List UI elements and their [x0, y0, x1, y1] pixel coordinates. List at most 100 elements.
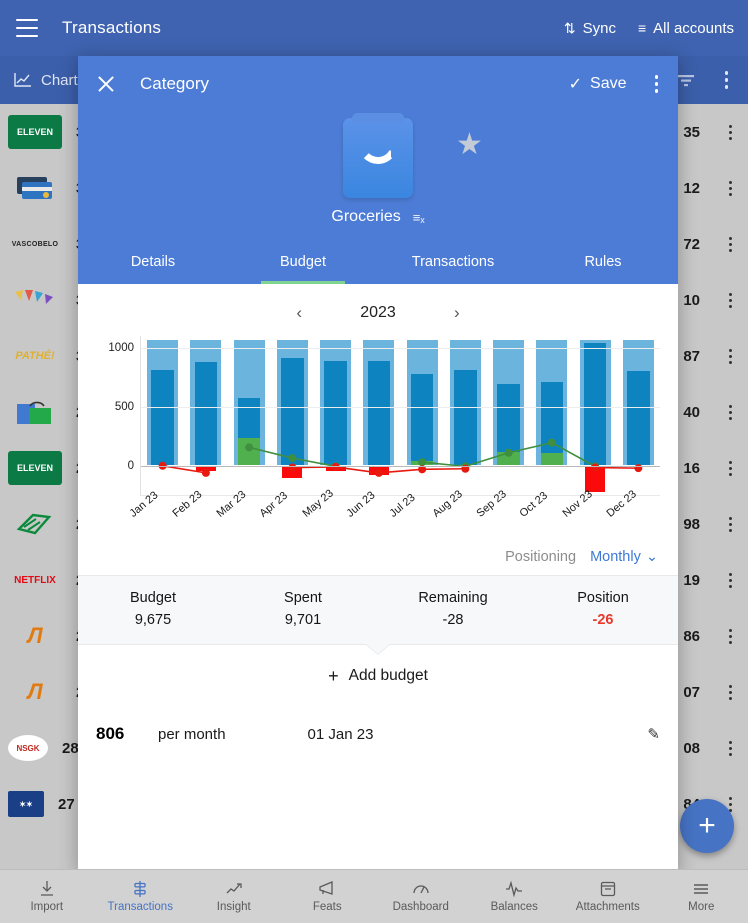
- row-amount-left: 28: [62, 740, 79, 757]
- merchant-logo: PATHÉ!: [8, 339, 62, 373]
- row-menu-button[interactable]: [729, 573, 732, 588]
- shopping-bag-icon[interactable]: [343, 118, 413, 198]
- position-point: [548, 439, 556, 447]
- exclude-list-icon[interactable]: ≡ₓ: [413, 210, 425, 225]
- row-amount-right: 87: [683, 348, 700, 365]
- all-accounts-label: All accounts: [653, 20, 734, 37]
- nav-attachments-label: Attachments: [576, 901, 640, 913]
- budget-period: per month: [158, 726, 226, 743]
- row-menu-button[interactable]: [729, 461, 732, 476]
- summary-remaining: Remaining -28: [378, 590, 528, 628]
- tab-budget[interactable]: Budget: [228, 240, 378, 284]
- row-menu-button[interactable]: [729, 349, 732, 364]
- row-menu-button[interactable]: [729, 517, 732, 532]
- close-icon[interactable]: [94, 72, 118, 96]
- save-button[interactable]: ✓ Save: [569, 74, 627, 94]
- hamburger-icon: [692, 880, 710, 898]
- list-icon: ≡: [638, 20, 646, 36]
- summary-budget-value: 9,675: [78, 612, 228, 628]
- add-budget-button[interactable]: + Add budget: [78, 645, 678, 707]
- gridline: [141, 407, 660, 408]
- nav-insight[interactable]: Insight: [187, 880, 281, 913]
- nav-import[interactable]: Import: [0, 880, 94, 913]
- all-accounts-button[interactable]: ≡ All accounts: [638, 20, 734, 37]
- row-amount-right: 08: [683, 740, 700, 757]
- year-label: 2023: [360, 304, 396, 322]
- tab-chart[interactable]: Chart: [14, 72, 78, 89]
- x-axis-labels: Jan 23Feb 23Mar 23Apr 23May 23Jun 23Jul …: [140, 499, 660, 545]
- archive-box-icon: [599, 880, 617, 898]
- row-menu-button[interactable]: [729, 629, 732, 644]
- filter-icon[interactable]: [677, 73, 695, 87]
- hamburger-icon[interactable]: [16, 19, 38, 37]
- tab-rules[interactable]: Rules: [528, 240, 678, 284]
- dialog-title: Category: [140, 74, 209, 94]
- row-menu-button[interactable]: [729, 125, 732, 140]
- row-menu-button[interactable]: [729, 405, 732, 420]
- chevron-right-icon[interactable]: ›: [448, 303, 466, 323]
- nav-transactions[interactable]: Transactions: [94, 880, 188, 913]
- dialog-header: Category ✓ Save ★ Groceries ≡ₓ: [78, 56, 678, 284]
- nav-feats[interactable]: Feats: [281, 880, 375, 913]
- budget-amount: 806: [96, 724, 158, 744]
- position-point: [202, 469, 210, 477]
- sync-button[interactable]: ⇅ Sync: [564, 20, 616, 37]
- gauge-icon: [412, 880, 430, 898]
- nav-dashboard[interactable]: Dashboard: [374, 880, 468, 913]
- check-icon: ✓: [569, 74, 582, 94]
- dialog-overflow-button[interactable]: [651, 71, 663, 97]
- position-point: [245, 443, 253, 451]
- tab-details[interactable]: Details: [78, 240, 228, 284]
- row-menu-button[interactable]: [729, 741, 732, 756]
- budget-start-date: 01 Jan 23: [308, 726, 484, 743]
- bottom-navigation: Import Transactions Insight Feats Da: [0, 869, 748, 923]
- merchant-logo: ELEVEN: [8, 115, 62, 149]
- position-point: [634, 464, 642, 472]
- row-menu-button[interactable]: [729, 237, 732, 252]
- pencil-icon[interactable]: ✎: [647, 725, 660, 743]
- add-transaction-fab[interactable]: +: [680, 799, 734, 853]
- row-menu-button[interactable]: [729, 685, 732, 700]
- app-bar-title: Transactions: [62, 18, 161, 38]
- budget-entry-row[interactable]: 806 per month 01 Jan 23 ✎: [78, 707, 678, 761]
- summary-budget: Budget 9,675: [78, 590, 228, 628]
- overflow-menu-button[interactable]: [721, 67, 733, 93]
- nav-attachments[interactable]: Attachments: [561, 880, 655, 913]
- summary-notch: [365, 643, 391, 654]
- megaphone-icon: [318, 880, 336, 898]
- row-amount-left: 27: [58, 796, 75, 813]
- row-menu-button[interactable]: [729, 293, 732, 308]
- star-icon[interactable]: ★: [456, 130, 483, 160]
- app-bar: Transactions ⇅ Sync ≡ All accounts: [0, 0, 748, 56]
- row-menu-button[interactable]: [729, 181, 732, 196]
- category-hero: ★ Groceries ≡ₓ: [78, 112, 678, 240]
- row-amount-right: 86: [683, 628, 700, 645]
- positioning-select[interactable]: Monthly ⌄: [590, 549, 658, 565]
- position-point: [288, 454, 296, 462]
- nav-dashboard-label: Dashboard: [393, 901, 449, 913]
- merchant-logo: ELEVEN: [8, 451, 62, 485]
- merchant-logo: Л: [8, 619, 62, 653]
- positioning-value: Monthly: [590, 549, 641, 565]
- row-menu-button[interactable]: [729, 797, 732, 812]
- merchant-logo: [8, 395, 62, 429]
- merchant-logo: [8, 507, 62, 541]
- plus-icon: +: [328, 666, 339, 687]
- tab-transactions[interactable]: Transactions: [378, 240, 528, 284]
- category-dialog: Category ✓ Save ★ Groceries ≡ₓ: [78, 56, 678, 873]
- chevron-left-icon[interactable]: ‹: [290, 303, 308, 323]
- positioning-control: Positioning Monthly ⌄: [96, 545, 660, 575]
- row-amount-right: 12: [683, 180, 700, 197]
- budget-chart-section: ‹ 2023 › 05001000 Jan 23Feb 23Mar 23Apr …: [78, 284, 678, 575]
- nav-balances[interactable]: Balances: [468, 880, 562, 913]
- y-tick-label: 1000: [108, 342, 134, 354]
- y-tick-label: 500: [115, 401, 134, 413]
- year-selector: ‹ 2023 ›: [96, 296, 660, 330]
- chart-plot-area: 05001000: [96, 336, 660, 496]
- row-amount-right: 98: [683, 516, 700, 533]
- tab-chart-label: Chart: [41, 72, 78, 89]
- add-budget-label: Add budget: [349, 667, 428, 685]
- nav-more[interactable]: More: [655, 880, 748, 913]
- merchant-logo: NETFLIX: [8, 563, 62, 597]
- summary-position-label: Position: [528, 590, 678, 606]
